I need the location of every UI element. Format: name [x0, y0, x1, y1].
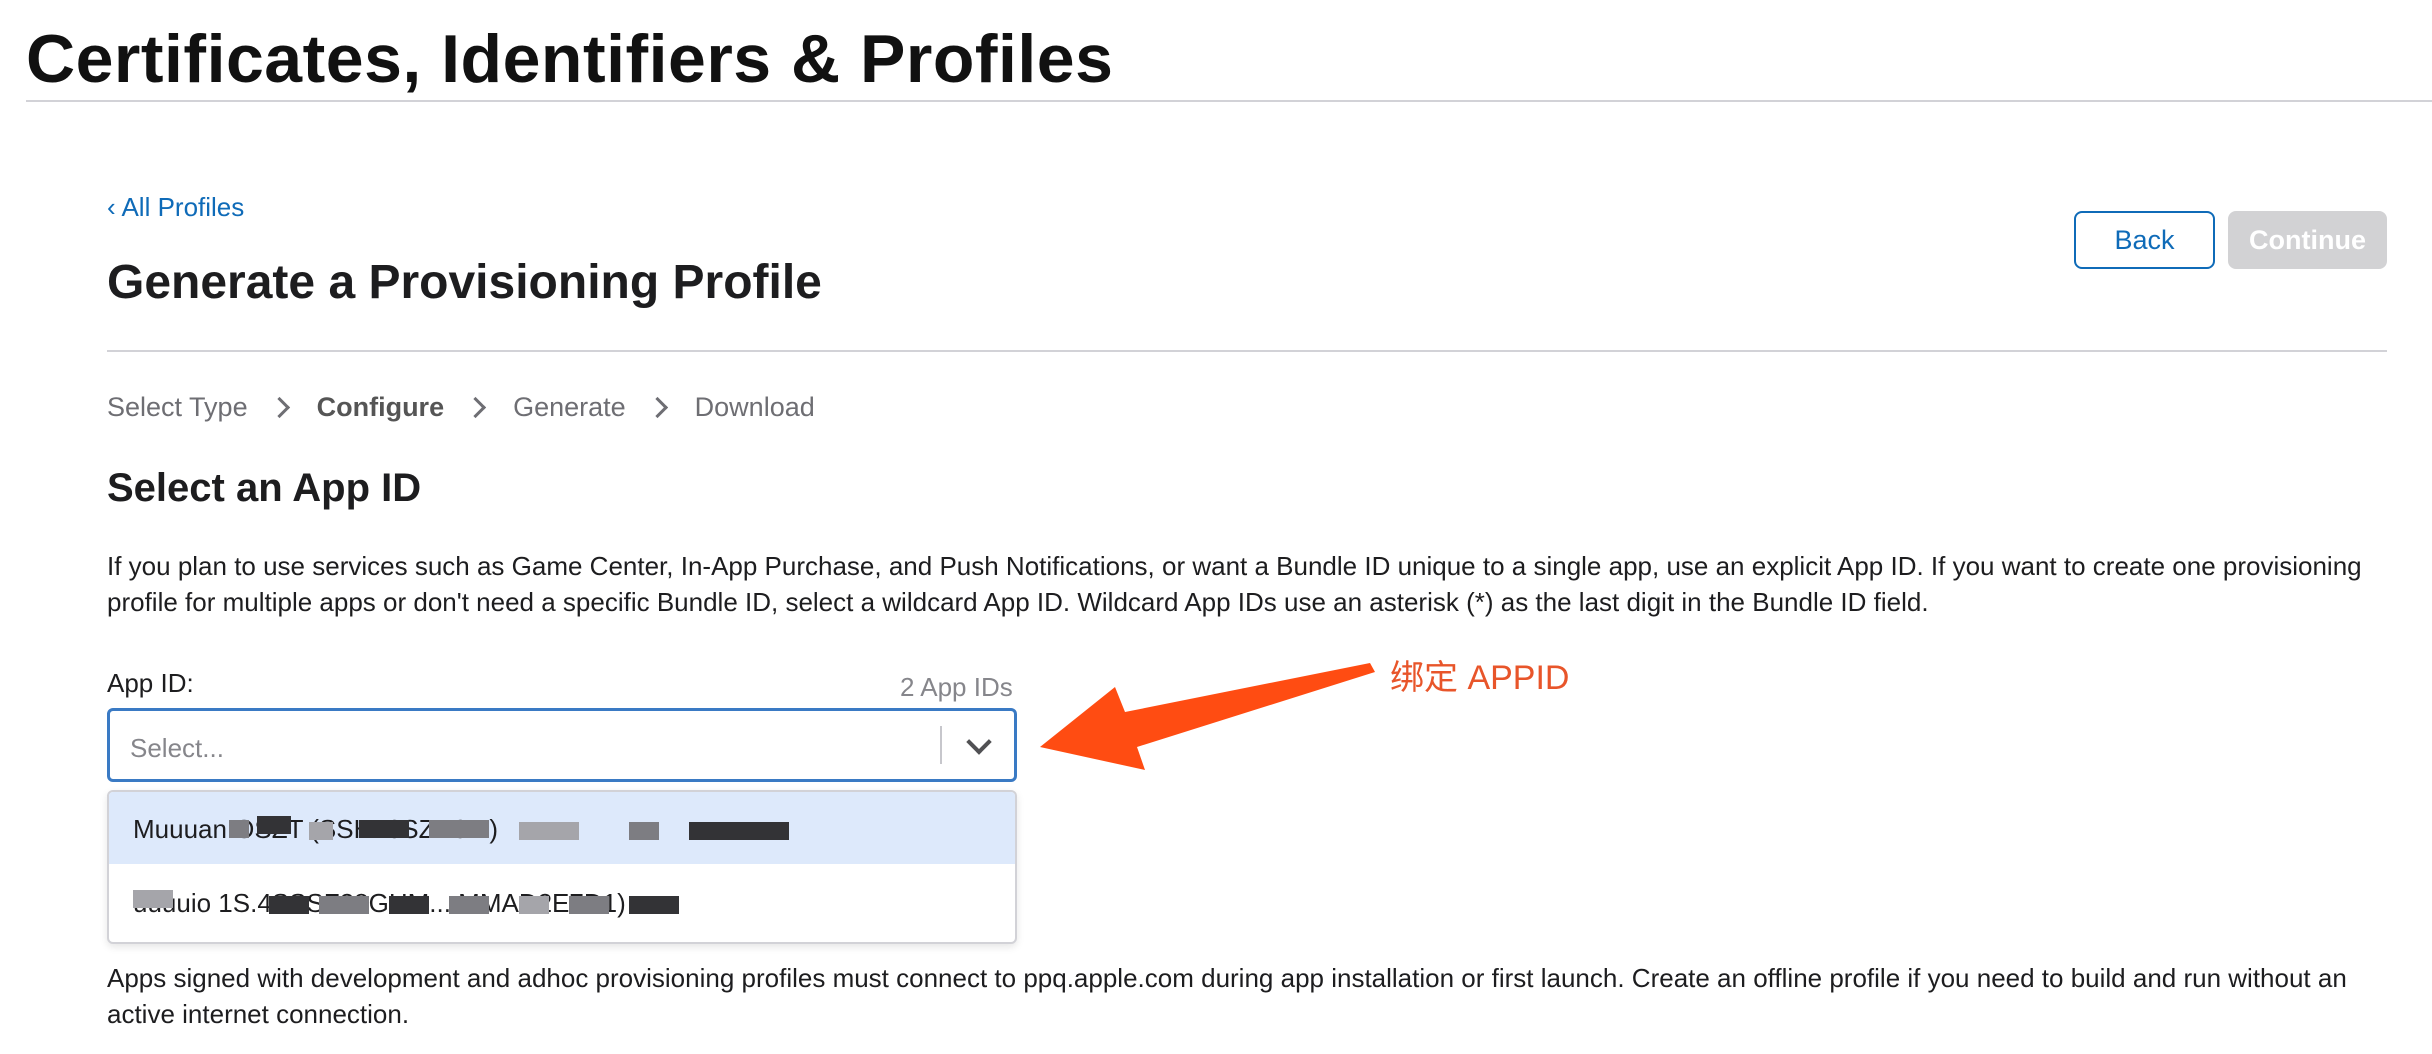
page-title: Generate a Provisioning Profile — [107, 256, 822, 309]
redaction-mask — [629, 822, 659, 840]
app-id-dropdown: MuuuanIOSZT (SSH76SZR9...) uuuuio 1S.4SS… — [107, 790, 1017, 944]
select-placeholder: Select... — [130, 733, 224, 763]
app-id-count: 2 App IDs — [900, 672, 1013, 702]
annotation-arrow-icon — [1040, 663, 1375, 770]
step-select-type: Select Type — [107, 392, 248, 422]
section-title: Select an App ID — [107, 466, 422, 510]
step-configure: Configure — [316, 392, 445, 422]
redaction-mask — [429, 820, 489, 838]
redaction-mask — [569, 896, 609, 914]
redaction-mask — [133, 890, 173, 908]
offline-note: Apps signed with development and adhoc p… — [107, 963, 2347, 1029]
redaction-mask — [689, 822, 789, 840]
app-id-label: App ID: — [107, 668, 194, 698]
annotation-label: 绑定 APPID — [1390, 659, 1570, 697]
chevron-right-icon — [646, 396, 668, 419]
step-download: Download — [694, 392, 815, 422]
dropdown-option[interactable]: MuuuanIOSZT (SSH76SZR9...) — [109, 792, 1015, 864]
app-id-select[interactable]: Select... — [107, 708, 1017, 782]
redaction-mask — [359, 820, 409, 838]
chevron-right-icon — [268, 396, 290, 419]
redaction-mask — [519, 896, 549, 914]
redaction-mask — [257, 816, 291, 834]
select-divider — [940, 726, 942, 764]
chevron-down-icon[interactable] — [966, 729, 992, 755]
redaction-mask — [449, 896, 489, 914]
dropdown-option[interactable]: uuuuio 1S.4SSSF38GHM....MMAD2E7D1) — [109, 866, 1015, 938]
step-breadcrumb: Select Type Configure Generate Download — [107, 392, 815, 423]
chevron-right-icon — [464, 396, 487, 419]
redaction-mask — [389, 896, 429, 914]
section-description: If you plan to use services such as Game… — [107, 551, 2362, 617]
redaction-mask — [519, 822, 579, 840]
main-content: ‹ All Profiles Generate a Provisioning P… — [107, 100, 2387, 1054]
continue-button[interactable]: Continue — [2228, 211, 2387, 269]
back-button[interactable]: Back — [2074, 211, 2215, 269]
site-title: Certificates, Identifiers & Profiles — [26, 21, 1114, 97]
all-profiles-link[interactable]: ‹ All Profiles — [107, 192, 244, 223]
redaction-mask — [319, 896, 369, 914]
redaction-mask — [309, 822, 333, 840]
title-row: Generate a Provisioning Profile — [107, 250, 2387, 352]
redaction-mask — [629, 896, 679, 914]
page-header: Certificates, Identifiers & Profiles — [26, 18, 2432, 102]
redaction-mask — [229, 820, 249, 838]
option-label: uuuuio 1S.4SSSF38GHM....MMAD2E7D1) — [133, 888, 626, 918]
redaction-mask — [269, 896, 309, 914]
step-generate: Generate — [513, 392, 626, 422]
